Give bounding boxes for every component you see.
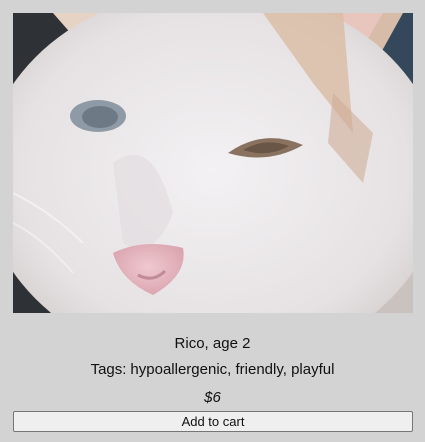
tags-list: hypoallergenic, friendly, playful <box>130 361 335 378</box>
pet-photo <box>13 13 413 313</box>
tags-label: Tags: <box>90 361 127 378</box>
pet-card: Rico, age 2 Tags: hypoallergenic, friendl… <box>0 0 425 442</box>
pet-tags: Tags: hypoallergenic, friendly, playful <box>0 361 425 379</box>
add-to-cart-button[interactable]: Add to cart <box>13 411 413 432</box>
pet-price: $6 <box>204 389 221 406</box>
pet-name-age: Rico, age 2 <box>174 335 251 352</box>
